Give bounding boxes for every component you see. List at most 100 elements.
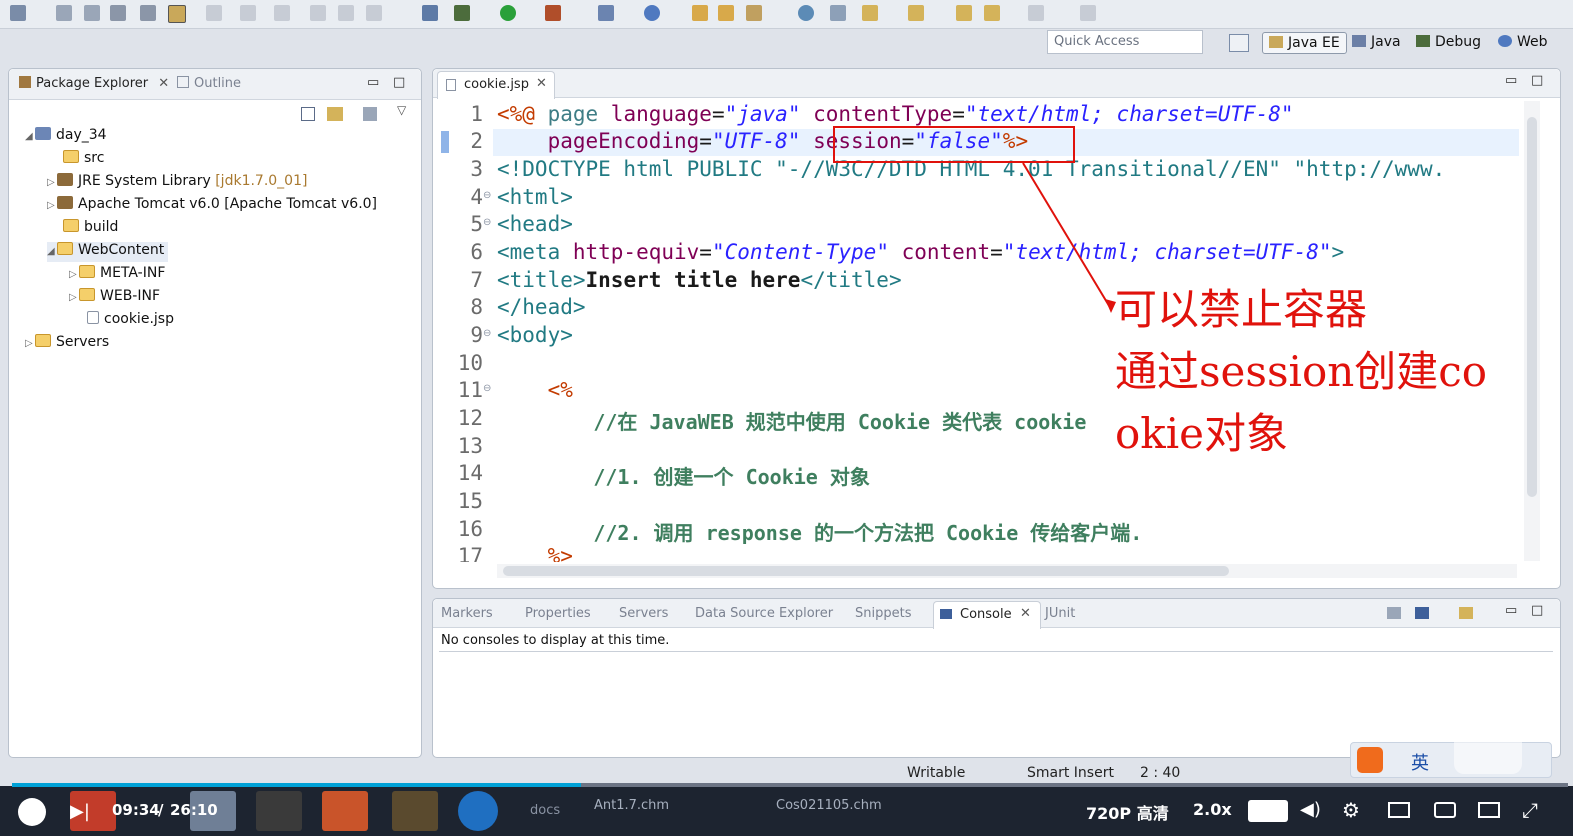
stop-icon[interactable] <box>366 5 382 21</box>
perspective-java[interactable]: Java <box>1346 32 1407 54</box>
settings-gear-icon[interactable]: ⚙ <box>1342 798 1360 822</box>
link-editor-icon[interactable] <box>327 107 343 121</box>
open-perspective-icon[interactable] <box>1229 34 1249 52</box>
vertical-scrollbar[interactable] <box>1524 101 1540 561</box>
web-fullscreen-icon[interactable] <box>1478 802 1500 818</box>
minimize-icon[interactable]: ▭ <box>1505 603 1517 618</box>
tab-snippets[interactable]: Snippets <box>855 606 911 621</box>
tree-item-web-inf[interactable]: ▷ WEB-INF <box>69 288 160 308</box>
forward-nav-icon[interactable] <box>1028 5 1044 21</box>
code-line[interactable]: <% <box>497 378 573 402</box>
tab-cookie-jsp[interactable]: cookie.jsp ✕ <box>437 71 555 99</box>
quick-access-input[interactable]: Quick Access <box>1047 30 1203 54</box>
scrollbar-thumb[interactable] <box>503 566 1229 576</box>
minimize-icon[interactable]: ▭ <box>367 75 379 90</box>
tree-item-jre[interactable]: ▷ JRE System Library [jdk1.7.0_01] <box>47 173 307 193</box>
close-icon[interactable]: ✕ <box>1020 606 1031 621</box>
maximize-icon[interactable]: □ <box>1531 73 1543 88</box>
new-console-icon[interactable] <box>1459 607 1473 619</box>
collapsed-icon[interactable]: ▷ <box>25 338 35 349</box>
picture-in-picture-icon[interactable] <box>1388 802 1410 818</box>
open-type-icon[interactable] <box>692 5 708 21</box>
tab-servers[interactable]: Servers <box>619 606 668 621</box>
back-nav-icon[interactable] <box>956 5 972 21</box>
widescreen-icon[interactable] <box>1434 802 1456 818</box>
resume-icon[interactable] <box>310 5 326 21</box>
ime-language[interactable]: 英 <box>1411 749 1429 775</box>
new-server-icon[interactable] <box>598 5 614 21</box>
volume-icon[interactable]: ◀) <box>1300 799 1321 820</box>
fold-icon[interactable]: ⊖ <box>483 217 491 228</box>
tree-item-webcontent[interactable]: ◢ WebContent <box>47 242 169 262</box>
collapse-all-icon[interactable] <box>301 107 315 121</box>
globe-icon[interactable] <box>798 5 814 21</box>
code-line[interactable]: <body> <box>497 323 573 347</box>
scrollbar-thumb[interactable] <box>1527 117 1537 497</box>
tab-data-source-explorer[interactable]: Data Source Explorer <box>695 606 833 621</box>
tree-item-servers[interactable]: ▷ Servers <box>25 334 109 354</box>
sogou-icon[interactable] <box>1357 747 1383 773</box>
tree-item-meta-inf[interactable]: ▷ META-INF <box>69 265 165 285</box>
tree-item-build[interactable]: build <box>63 219 118 239</box>
collapsed-icon[interactable]: ▷ <box>69 269 79 280</box>
tree-item-tomcat[interactable]: ▷ Apache Tomcat v6.0 [Apache Tomcat v6.0] <box>47 196 377 216</box>
annotation-icon[interactable] <box>862 5 878 21</box>
tab-properties[interactable]: Properties <box>525 606 591 621</box>
perspective-java-ee[interactable]: Java EE <box>1262 32 1347 54</box>
tree-item-src[interactable]: src <box>63 150 104 170</box>
tab-console[interactable]: Console ✕ <box>933 601 1041 629</box>
app-task-icon[interactable] <box>392 791 438 831</box>
save-icon[interactable] <box>56 5 72 21</box>
chevron-down-icon[interactable]: ▽ <box>397 103 406 117</box>
pause-icon[interactable] <box>338 5 354 21</box>
fold-icon[interactable]: ⊖ <box>483 383 491 394</box>
code-line[interactable]: //2. 调用 response 的一个方法把 Cookie 传给客户端. <box>497 517 1142 546</box>
tab-package-explorer[interactable]: Package Explorer ✕ <box>19 76 169 91</box>
code-line[interactable]: //1. 创建一个 Cookie 对象 <box>497 461 870 490</box>
code-line[interactable]: <html> <box>497 185 573 209</box>
code-line[interactable]: <title>Insert title here</title> <box>497 268 902 292</box>
maximize-icon[interactable]: □ <box>393 75 405 90</box>
fold-icon[interactable]: ⊖ <box>483 190 491 201</box>
powerpoint-task-icon[interactable] <box>322 791 368 831</box>
next-icon[interactable]: ▶| <box>70 801 90 822</box>
next-annotation-icon[interactable] <box>908 5 924 21</box>
save-all-icon[interactable] <box>84 5 100 21</box>
open-console-icon[interactable] <box>1387 607 1401 619</box>
ie-task-icon[interactable] <box>458 791 498 831</box>
brush-icon[interactable] <box>746 5 762 21</box>
speed-selector[interactable]: 2.0x <box>1193 800 1232 819</box>
perspective-web[interactable]: Web <box>1492 32 1554 54</box>
tab-outline[interactable]: Outline <box>177 76 241 91</box>
collapsed-icon[interactable]: ▷ <box>47 200 57 211</box>
code-line[interactable]: <head> <box>497 212 573 236</box>
print-icon[interactable] <box>110 5 126 21</box>
tab-markers[interactable]: Markers <box>441 606 493 621</box>
taskbar-label[interactable]: Cos021105.chm <box>776 798 882 813</box>
toggle-icon[interactable] <box>168 5 186 23</box>
play-button[interactable] <box>18 798 46 826</box>
expanded-icon[interactable]: ◢ <box>25 131 35 142</box>
play-overlay-icon[interactable] <box>1454 706 1522 774</box>
close-icon[interactable]: ✕ <box>536 76 547 91</box>
expanded-icon[interactable]: ◢ <box>47 246 57 257</box>
minimize-icon[interactable]: ▭ <box>1505 73 1517 88</box>
pin-icon[interactable] <box>1080 5 1096 21</box>
fold-icon[interactable]: ⊖ <box>483 328 491 339</box>
code-line[interactable]: //在 JavaWEB 规范中使用 Cookie 类代表 cookie <box>497 406 1086 435</box>
terminal-icon[interactable] <box>140 5 156 21</box>
undo-icon[interactable] <box>206 5 222 21</box>
code-line[interactable]: %> <box>497 544 573 562</box>
collapsed-icon[interactable]: ▷ <box>69 292 79 303</box>
search-icon[interactable] <box>830 5 846 21</box>
code-line[interactable]: <meta http-equiv="Content-Type" content=… <box>497 240 1344 264</box>
tree-item-day34[interactable]: ◢ day_34 <box>25 127 107 147</box>
open-folder-icon[interactable] <box>718 5 734 21</box>
code-line[interactable]: <%@ page language="java" contentType="te… <box>497 102 1294 126</box>
forward-icon[interactable] <box>274 5 290 21</box>
recorder-task-icon[interactable] <box>256 791 302 831</box>
new-class-icon[interactable] <box>644 5 660 21</box>
last-edit-icon[interactable] <box>984 5 1000 21</box>
perspective-debug[interactable]: Debug <box>1410 32 1487 54</box>
display-console-icon[interactable] <box>1415 607 1429 619</box>
